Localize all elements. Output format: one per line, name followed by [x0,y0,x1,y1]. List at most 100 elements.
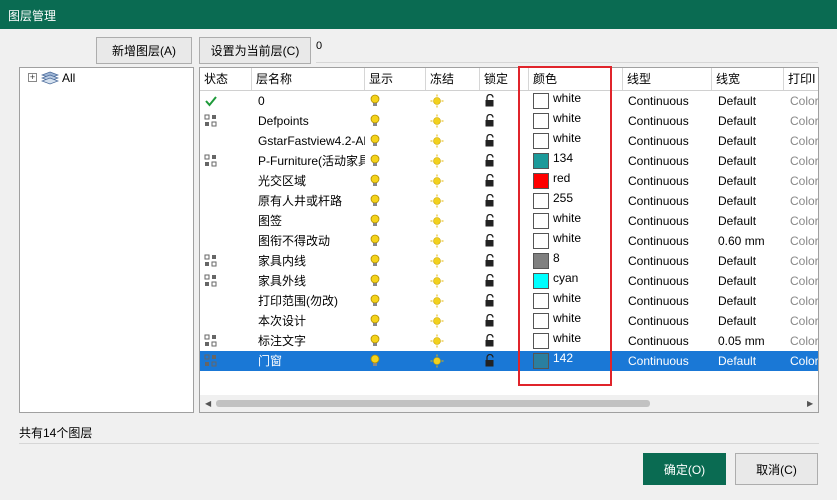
freeze-toggle[interactable] [426,231,446,251]
lock-toggle[interactable] [480,151,500,171]
lock-toggle[interactable] [480,111,500,131]
freeze-toggle[interactable] [426,171,446,191]
thaw-sun-icon[interactable] [430,294,444,308]
thaw-sun-icon[interactable] [430,194,444,208]
unlocked-padlock-icon[interactable] [484,94,496,108]
lock-toggle[interactable] [480,171,500,191]
set-current-layer-button[interactable]: 设置为当前层(C) [199,37,311,64]
visibility-toggle[interactable] [365,291,385,311]
thaw-sun-icon[interactable] [430,154,444,168]
lock-toggle[interactable] [480,191,500,211]
visibility-toggle[interactable] [365,191,385,211]
plot-style-cell[interactable]: Color_ [784,171,819,191]
thaw-sun-icon[interactable] [430,114,444,128]
unlocked-padlock-icon[interactable] [484,174,496,188]
freeze-toggle[interactable] [426,351,446,371]
table-row[interactable]: 家具外线cyanContinuousDefaultColor_ [200,271,819,291]
layer-name[interactable]: P-Furniture(活动家具 [252,151,365,171]
layer-name[interactable]: 图衔不得改动 [252,231,365,251]
linetype-cell[interactable]: Continuous [623,211,712,231]
lineweight-cell[interactable]: Default [712,311,784,331]
freeze-toggle[interactable] [426,151,446,171]
visibility-toggle[interactable] [365,311,385,331]
linetype-cell[interactable]: Continuous [623,91,712,111]
visibility-toggle[interactable] [365,151,385,171]
visibility-toggle[interactable] [365,231,385,251]
lightbulb-icon[interactable] [369,294,381,308]
layer-name[interactable]: 图签 [252,211,365,231]
linetype-cell[interactable]: Continuous [623,331,712,351]
plot-style-cell[interactable]: Color_ [784,211,819,231]
table-row[interactable]: 门窗142ContinuousDefaultColor_ [200,351,819,371]
table-row[interactable]: GstarFastview4.2-ABCwhiteContinuousDefau… [200,131,819,151]
unlocked-padlock-icon[interactable] [484,214,496,228]
column-header-name[interactable]: 层名称 [252,68,365,90]
unlocked-padlock-icon[interactable] [484,234,496,248]
plot-style-cell[interactable]: Color_ [784,291,819,311]
lock-toggle[interactable] [480,231,500,251]
visibility-toggle[interactable] [365,171,385,191]
thaw-sun-icon[interactable] [430,94,444,108]
visibility-toggle[interactable] [365,251,385,271]
lightbulb-icon[interactable] [369,234,381,248]
layer-name[interactable]: 0 [252,91,365,111]
visibility-toggle[interactable] [365,331,385,351]
lineweight-cell[interactable]: Default [712,211,784,231]
lineweight-cell[interactable]: 0.05 mm [712,331,784,351]
lineweight-cell[interactable]: Default [712,151,784,171]
lightbulb-icon[interactable] [369,334,381,348]
visibility-toggle[interactable] [365,351,385,371]
scroll-thumb[interactable] [216,400,650,407]
table-row[interactable]: 标注文字whiteContinuous0.05 mmColor_ [200,331,819,351]
lock-toggle[interactable] [480,131,500,151]
freeze-toggle[interactable] [426,331,446,351]
layer-name[interactable]: 家具内线 [252,251,365,271]
visibility-toggle[interactable] [365,91,385,111]
plot-style-cell[interactable]: Color_ [784,91,819,111]
lock-toggle[interactable] [480,251,500,271]
visibility-toggle[interactable] [365,271,385,291]
visibility-toggle[interactable] [365,111,385,131]
layer-name[interactable]: Defpoints [252,111,365,131]
linetype-cell[interactable]: Continuous [623,111,712,131]
layer-name[interactable]: GstarFastview4.2-ABC [252,131,365,151]
thaw-sun-icon[interactable] [430,234,444,248]
lock-toggle[interactable] [480,271,500,291]
linetype-cell[interactable]: Continuous [623,351,712,371]
thaw-sun-icon[interactable] [430,214,444,228]
new-layer-button[interactable]: 新增图层(A) [96,37,192,64]
horizontal-scrollbar[interactable]: ◀ ▶ [200,395,818,412]
table-row[interactable]: 0whiteContinuousDefaultColor_ [200,91,819,111]
unlocked-padlock-icon[interactable] [484,314,496,328]
table-row[interactable]: 原有人井或杆路255ContinuousDefaultColor_ [200,191,819,211]
lightbulb-icon[interactable] [369,314,381,328]
lightbulb-icon[interactable] [369,134,381,148]
lineweight-cell[interactable]: Default [712,111,784,131]
lightbulb-icon[interactable] [369,214,381,228]
lineweight-cell[interactable]: Default [712,291,784,311]
freeze-toggle[interactable] [426,311,446,331]
linetype-cell[interactable]: Continuous [623,291,712,311]
unlocked-padlock-icon[interactable] [484,334,496,348]
lineweight-cell[interactable]: Default [712,251,784,271]
lightbulb-icon[interactable] [369,154,381,168]
table-row[interactable]: DefpointswhiteContinuousDefaultColor_ [200,111,819,131]
lock-toggle[interactable] [480,211,500,231]
column-header-status[interactable]: 状态 [200,68,252,90]
lock-toggle[interactable] [480,291,500,311]
thaw-sun-icon[interactable] [430,274,444,288]
scroll-left-icon[interactable]: ◀ [205,399,211,408]
plot-style-cell[interactable]: Color_ [784,311,819,331]
cancel-button[interactable]: 取消(C) [735,453,818,485]
layer-filter-tree[interactable]: + All [19,67,194,413]
unlocked-padlock-icon[interactable] [484,134,496,148]
table-row[interactable]: 图签whiteContinuousDefaultColor_ [200,211,819,231]
thaw-sun-icon[interactable] [430,254,444,268]
layer-name[interactable]: 本次设计 [252,311,365,331]
freeze-toggle[interactable] [426,191,446,211]
tree-item-all[interactable]: All [62,71,75,85]
scroll-right-icon[interactable]: ▶ [807,399,813,408]
lineweight-cell[interactable]: Default [712,131,784,151]
lock-toggle[interactable] [480,351,500,371]
lightbulb-icon[interactable] [369,194,381,208]
